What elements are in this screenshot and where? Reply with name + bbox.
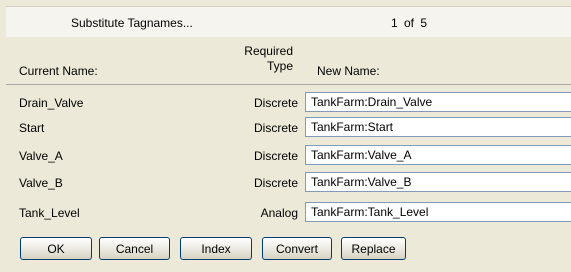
current-name-cell: Valve_B <box>19 176 63 190</box>
current-name-cell: Drain_Valve <box>19 96 84 110</box>
tag-row: Start Discrete <box>0 117 571 142</box>
new-name-input[interactable] <box>305 202 571 222</box>
index-button[interactable]: Index <box>180 237 252 260</box>
current-name-cell: Start <box>19 121 45 135</box>
required-type-cell: Discrete <box>253 121 298 135</box>
tag-row: Tank_Level Analog <box>0 202 571 227</box>
tag-row: Drain_Valve Discrete <box>0 92 571 117</box>
new-name-input[interactable] <box>305 117 571 137</box>
tag-row: Valve_A Discrete <box>0 145 571 170</box>
required-type-cell: Discrete <box>253 96 298 110</box>
new-name-input[interactable] <box>305 172 571 192</box>
dialog-header: Substitute Tagnames... 1 of 5 <box>6 6 571 37</box>
tag-row: Valve_B Discrete <box>0 172 571 197</box>
substitute-tagnames-dialog: Substitute Tagnames... 1 of 5 Current Na… <box>0 0 571 272</box>
replace-button[interactable]: Replace <box>341 237 406 260</box>
required-type-header-line1: Required <box>244 44 293 58</box>
header-divider <box>6 84 571 85</box>
required-type-header: Required Type <box>243 44 293 74</box>
ok-button[interactable]: OK <box>20 237 92 260</box>
required-type-cell: Discrete <box>253 149 298 163</box>
cancel-button[interactable]: Cancel <box>99 237 170 260</box>
current-name-cell: Valve_A <box>19 149 63 163</box>
new-name-input[interactable] <box>305 92 571 112</box>
new-name-input[interactable] <box>305 145 571 165</box>
required-type-header-line2: Type <box>266 59 293 73</box>
required-type-cell: Discrete <box>253 176 298 190</box>
dialog-title: Substitute Tagnames... <box>71 16 193 30</box>
convert-button[interactable]: Convert <box>262 237 332 260</box>
required-type-cell: Analog <box>260 206 298 220</box>
current-name-cell: Tank_Level <box>19 206 80 220</box>
current-name-header: Current Name: <box>19 64 98 78</box>
new-name-header: New Name: <box>317 64 380 78</box>
page-count: 1 of 5 <box>391 16 428 30</box>
